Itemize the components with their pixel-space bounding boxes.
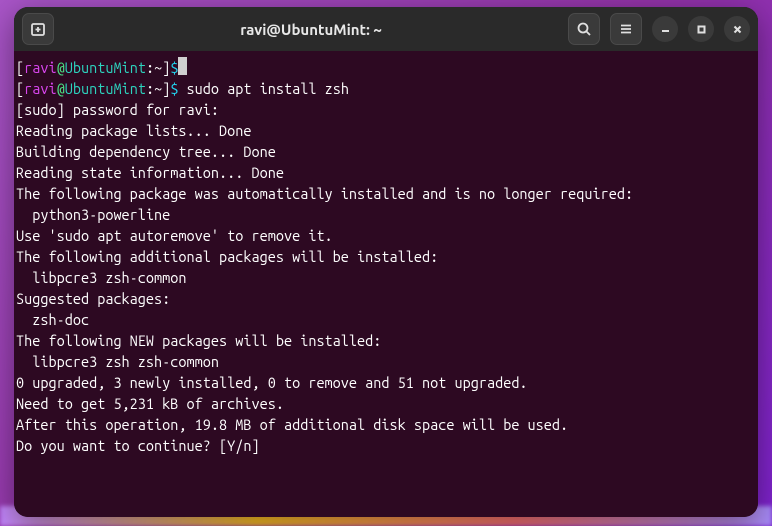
search-icon <box>576 21 592 37</box>
prompt-host: UbuntuMint <box>65 80 146 97</box>
prompt-user: ravi <box>24 80 56 97</box>
output-line: Suggested packages: <box>16 288 756 309</box>
output-line: Do you want to continue? [Y/n] <box>16 435 756 456</box>
menu-button[interactable] <box>610 13 642 45</box>
terminal-content[interactable]: [ravi@UbuntuMint:~]$ [ravi@UbuntuMint:~]… <box>14 51 758 517</box>
prompt-path: ~ <box>154 59 162 76</box>
output-line: Use 'sudo apt autoremove' to remove it. <box>16 225 756 246</box>
minimize-button[interactable] <box>652 16 678 42</box>
maximize-icon <box>696 24 707 35</box>
maximize-button[interactable] <box>688 16 714 42</box>
output-line: Building dependency tree... Done <box>16 141 756 162</box>
output-line: libpcre3 zsh zsh-common <box>16 351 756 372</box>
output-line: [sudo] password for ravi: <box>16 99 756 120</box>
output-line: zsh-doc <box>16 309 756 330</box>
output-line: libpcre3 zsh-common <box>16 267 756 288</box>
search-button[interactable] <box>568 13 600 45</box>
hamburger-icon <box>618 21 634 37</box>
prompt-line-1: [ravi@UbuntuMint:~]$ <box>16 57 756 78</box>
prompt-user: ravi <box>24 59 56 76</box>
output-line: Reading package lists... Done <box>16 120 756 141</box>
prompt-at: @ <box>57 59 65 76</box>
output-line: After this operation, 19.8 MB of additio… <box>16 414 756 435</box>
new-tab-icon <box>30 21 46 37</box>
cursor <box>178 57 187 75</box>
window-title: ravi@UbuntuMint: ~ <box>60 21 562 38</box>
output-line: The following additional packages will b… <box>16 246 756 267</box>
prompt-dollar: $ <box>170 59 178 76</box>
prompt-host: UbuntuMint <box>65 59 146 76</box>
output-line: Need to get 5,231 kB of archives. <box>16 393 756 414</box>
prompt-colon: : <box>146 59 154 76</box>
bracket: [ <box>16 59 24 76</box>
prompt-at: @ <box>57 80 65 97</box>
output-line: The following NEW packages will be insta… <box>16 330 756 351</box>
output-line: Reading state information... Done <box>16 162 756 183</box>
minimize-icon <box>660 24 671 35</box>
prompt-line-2: [ravi@UbuntuMint:~]$ sudo apt install zs… <box>16 78 756 99</box>
close-icon <box>732 24 743 35</box>
prompt-colon: : <box>146 80 154 97</box>
command-text: sudo apt install zsh <box>178 80 349 97</box>
titlebar: ravi@UbuntuMint: ~ <box>14 7 758 51</box>
output-line: The following package was automatically … <box>16 183 756 204</box>
output-line: python3-powerline <box>16 204 756 225</box>
output-line: 0 upgraded, 3 newly installed, 0 to remo… <box>16 372 756 393</box>
close-button[interactable] <box>724 16 750 42</box>
new-tab-button[interactable] <box>22 13 54 45</box>
terminal-window: ravi@UbuntuMint: ~ <box>14 7 758 517</box>
bracket: [ <box>16 80 24 97</box>
prompt-path: ~ <box>154 80 162 97</box>
